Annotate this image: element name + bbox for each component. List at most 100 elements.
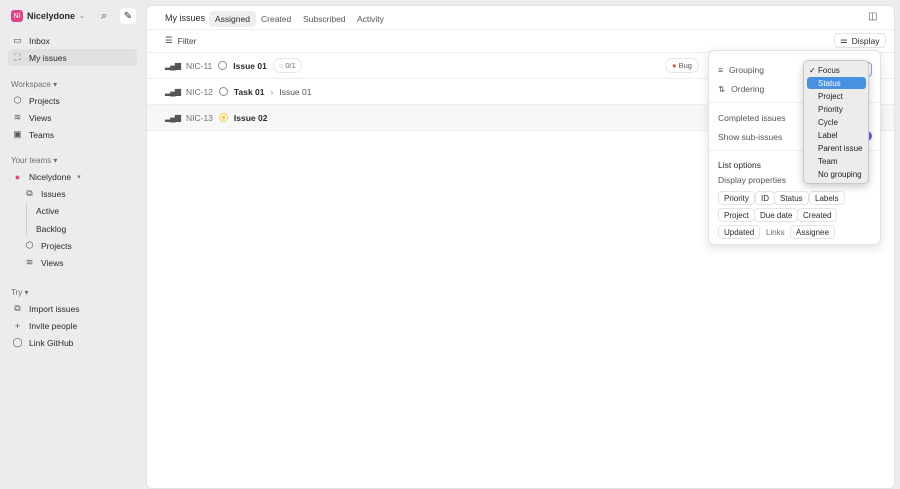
sort-icon: ⇅ bbox=[718, 84, 726, 94]
option-status[interactable]: Status bbox=[807, 77, 866, 89]
parent-issue[interactable]: Issue 01 bbox=[279, 87, 311, 97]
issues-icon: ⧉ bbox=[26, 188, 33, 198]
property-project[interactable]: Project bbox=[718, 208, 755, 222]
status-in-progress-icon bbox=[218, 113, 228, 122]
label: Your teams bbox=[11, 156, 52, 165]
page-title: My issues bbox=[165, 13, 206, 23]
priority-icon: ▂▄▆ bbox=[165, 87, 181, 96]
my-issues-icon: ⛶ bbox=[14, 52, 21, 62]
tab-created[interactable]: Created bbox=[255, 11, 297, 27]
workspace-avatar: NI bbox=[11, 10, 23, 22]
try-section-toggle[interactable]: Try ▾ bbox=[11, 288, 29, 297]
tree-line bbox=[26, 203, 27, 235]
label: Projects bbox=[29, 95, 60, 106]
label: Filter bbox=[177, 35, 197, 46]
sidebar-item-teams[interactable]: ▣ Teams bbox=[8, 126, 137, 143]
sidebar-item-backlog[interactable]: Backlog bbox=[32, 220, 137, 237]
priority-icon: ▂▄▆ bbox=[165, 113, 181, 122]
sidebar-item-import-issues[interactable]: ⧉ Import issues bbox=[8, 300, 137, 317]
issue-title: Issue 01 bbox=[233, 60, 267, 71]
property-updated[interactable]: Updated bbox=[718, 225, 761, 239]
property-assignee[interactable]: Assignee bbox=[790, 225, 835, 239]
inbox-icon: ▭ bbox=[13, 35, 22, 45]
sidebar-item-team-views[interactable]: ≋ Views bbox=[20, 254, 137, 271]
property-id[interactable]: ID bbox=[755, 191, 775, 205]
sidebar-item-team-projects[interactable]: ⬡ Projects bbox=[20, 237, 137, 254]
divider bbox=[147, 29, 894, 30]
status-todo-icon bbox=[218, 61, 228, 70]
subissue-progress: ◌ 0/1 bbox=[272, 58, 302, 73]
sliders-icon: ⚌ bbox=[840, 35, 848, 45]
teams-section-toggle[interactable]: Your teams ▾ bbox=[11, 156, 57, 165]
tab-activity[interactable]: Activity bbox=[351, 11, 390, 27]
new-issue-button[interactable]: ✎ bbox=[120, 8, 136, 24]
subissue-count: 0/1 bbox=[285, 61, 296, 70]
option-project[interactable]: Project bbox=[807, 90, 866, 102]
option-no-grouping[interactable]: No grouping bbox=[807, 168, 866, 180]
tab-subscribed[interactable]: Subscribed bbox=[297, 11, 352, 27]
sidebar-item-inbox[interactable]: ▭ Inbox bbox=[8, 32, 137, 49]
workspace-name: Nicelydone bbox=[27, 11, 76, 21]
label: Inbox bbox=[29, 35, 50, 46]
label: Workspace bbox=[11, 80, 51, 89]
display-button[interactable]: ⚌ Display bbox=[834, 33, 886, 48]
option-cycle[interactable]: Cycle bbox=[807, 116, 866, 128]
import-icon: ⧉ bbox=[14, 303, 21, 313]
label: Nicelydone bbox=[29, 171, 72, 182]
label: Link GitHub bbox=[29, 337, 74, 348]
option-parent-issue[interactable]: Parent issue bbox=[807, 142, 866, 154]
property-due-date[interactable]: Due date bbox=[754, 208, 799, 222]
completed-issues-label: Completed issues bbox=[718, 113, 786, 123]
label-bug[interactable]: ● Bug bbox=[665, 58, 699, 73]
label: Display bbox=[851, 35, 880, 46]
property-labels[interactable]: Labels bbox=[809, 191, 845, 205]
search-icon[interactable]: ⌕ bbox=[101, 10, 107, 23]
issue-title: Task 01 bbox=[233, 86, 265, 97]
option-priority[interactable]: Priority bbox=[807, 103, 866, 115]
tab-assigned[interactable]: Assigned bbox=[209, 11, 256, 27]
filter-button[interactable]: ☰ Filter bbox=[165, 35, 197, 46]
team-icon: ● bbox=[14, 171, 21, 182]
sidebar-item-invite-people[interactable]: + Invite people bbox=[8, 317, 137, 334]
chevron-right-icon: › bbox=[270, 86, 274, 97]
workspace-section-toggle[interactable]: Workspace ▾ bbox=[11, 80, 57, 89]
label: My issues bbox=[29, 52, 67, 63]
sidebar-item-team-issues[interactable]: ⧉ Issues bbox=[20, 185, 137, 202]
issue-id: NIC-12 bbox=[185, 86, 213, 97]
property-priority[interactable]: Priority bbox=[718, 191, 755, 205]
option-focus[interactable]: ✓ Focus bbox=[807, 64, 866, 76]
sidebar-item-link-github[interactable]: ◯ Link GitHub bbox=[8, 334, 137, 351]
label: Issues bbox=[41, 188, 66, 199]
display-properties-label: Display properties bbox=[718, 175, 787, 185]
sidebar-item-projects[interactable]: ⬡ Projects bbox=[8, 92, 137, 109]
option-team[interactable]: Team bbox=[807, 155, 866, 167]
property-links[interactable]: Links bbox=[760, 225, 791, 239]
option-label[interactable]: Label bbox=[807, 129, 866, 141]
label: Import issues bbox=[29, 303, 80, 314]
sidebar-item-my-issues[interactable]: ⛶ My issues bbox=[8, 49, 137, 66]
list-options-heading: List options bbox=[718, 160, 761, 170]
grouping-dropdown: ✓ Focus Status Project Priority Cycle Lab… bbox=[803, 60, 869, 184]
property-status[interactable]: Status bbox=[774, 191, 809, 205]
label: Grouping bbox=[728, 65, 764, 75]
status-todo-icon bbox=[218, 87, 228, 96]
toggle-panel-icon[interactable]: ◫ bbox=[868, 11, 877, 22]
label: Focus bbox=[818, 65, 840, 75]
projects-icon: ⬡ bbox=[25, 240, 34, 250]
label-dot-icon: ● bbox=[672, 61, 677, 70]
issue-title: Issue 02 bbox=[233, 112, 268, 123]
label: Backlog bbox=[36, 223, 67, 234]
workspace-switcher[interactable]: NI Nicelydone ⌄ bbox=[11, 10, 85, 22]
label-text: Bug bbox=[678, 61, 692, 70]
teams-icon: ▣ bbox=[13, 129, 22, 139]
property-created[interactable]: Created bbox=[797, 208, 838, 222]
label: Ordering bbox=[731, 84, 765, 94]
projects-icon: ⬡ bbox=[13, 95, 22, 105]
grouping-icon: ≡ bbox=[718, 65, 723, 75]
sidebar-item-active[interactable]: Active bbox=[32, 202, 137, 219]
plus-icon: + bbox=[14, 320, 21, 331]
team-nicelydone[interactable]: ● Nicelydone ▾ bbox=[8, 168, 137, 185]
priority-icon: ▂▄▆ bbox=[165, 61, 181, 70]
sidebar-item-views[interactable]: ≋ Views bbox=[8, 109, 137, 126]
issue-id: NIC-11 bbox=[185, 60, 213, 71]
